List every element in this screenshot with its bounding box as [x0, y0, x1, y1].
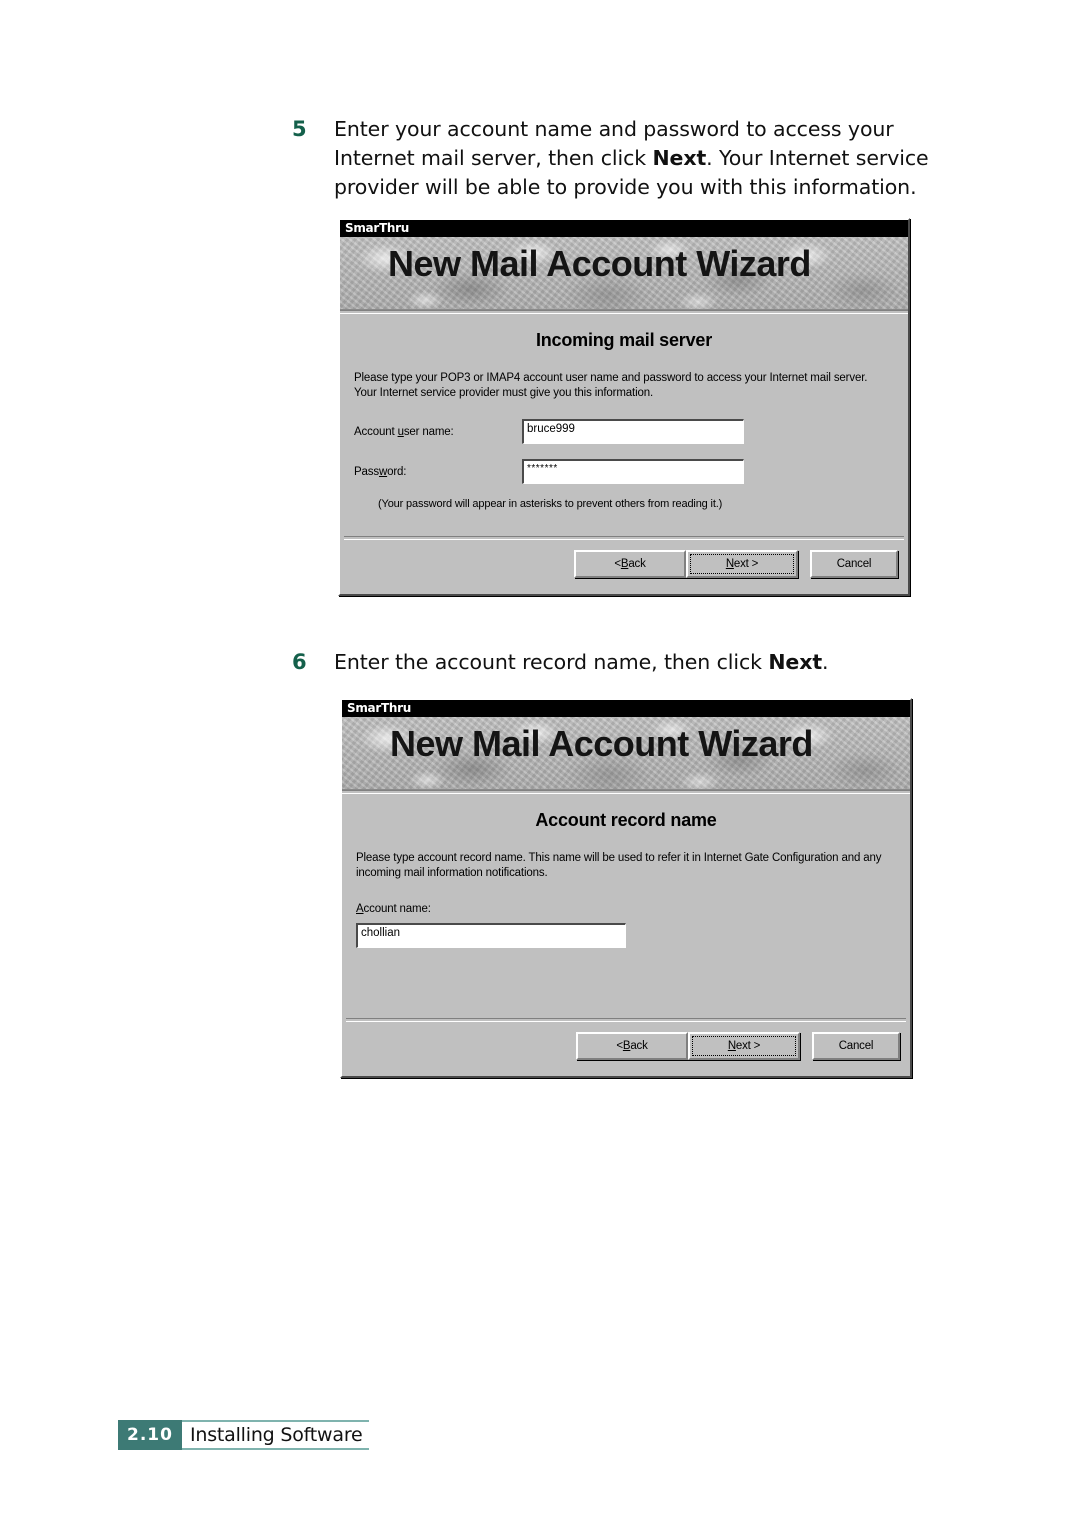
dialog1-button-strip: < Back Next > Cancel: [574, 550, 898, 578]
step-6-number: 6: [292, 650, 307, 674]
back-button-2[interactable]: < Back: [576, 1032, 688, 1060]
step-6-text-bold: Next: [768, 650, 823, 674]
password-label-post: ord:: [387, 465, 407, 478]
back-button-2-accel: B: [622, 1040, 631, 1052]
back-button[interactable]: < Back: [574, 550, 686, 578]
dialog1-banner-title: New Mail Account Wizard: [388, 243, 811, 284]
dialog2-button-strip: < Back Next > Cancel: [576, 1032, 900, 1060]
step-6-text: Enter the account record name, then clic…: [334, 648, 829, 677]
dialog1-description: Please type your POP3 or IMAP4 account u…: [354, 372, 868, 399]
next-button-accel: N: [725, 558, 734, 570]
dialog1-button-separator: [344, 536, 904, 540]
next-button-label: ext >: [733, 558, 759, 570]
dialog2-banner-title: New Mail Account Wizard: [390, 723, 813, 764]
back-button-label: ack: [628, 558, 646, 570]
dialog2-button-separator: [346, 1018, 906, 1022]
footer-section-label: Installing Software: [189, 1424, 363, 1446]
password-label-pre: Pass: [354, 465, 379, 478]
account-name-input[interactable]: chollian: [356, 923, 626, 948]
account-name-label-text: ccount name:: [363, 903, 431, 915]
step-5-text-bold: Next: [652, 146, 707, 170]
account-name-label: Account name:: [342, 903, 910, 915]
step-6-text-before: Enter the account record name, then clic…: [334, 650, 769, 674]
username-label-pre: Account: [354, 425, 398, 438]
dialog2-description: Please type account record name. This na…: [356, 852, 882, 879]
cancel-button-2[interactable]: Cancel: [812, 1032, 900, 1060]
next-button-2-accel: N: [727, 1040, 736, 1052]
back-button-accel: B: [620, 558, 629, 570]
account-name-label-accel: A: [356, 903, 364, 915]
dialog1-page-heading: Incoming mail server: [535, 330, 713, 350]
new-mail-account-wizard-dialog-account-record-name: SmarThru New Mail Account Wizard Account…: [340, 698, 912, 1078]
step-5: 5 Enter your account name and password t…: [292, 115, 952, 202]
new-mail-account-wizard-dialog-incoming-mail-server: SmarThru New Mail Account Wizard Incomin…: [338, 218, 910, 596]
password-masked-value: *******: [527, 463, 558, 474]
dialog2-banner: New Mail Account Wizard: [342, 717, 910, 790]
dialog1-title-text: SmarThru: [345, 221, 409, 235]
username-label: Account user name:: [354, 426, 522, 438]
username-input[interactable]: bruce999: [522, 419, 744, 444]
next-button[interactable]: Next >: [686, 550, 798, 578]
next-button-2-label: ext >: [735, 1040, 761, 1052]
dialog2-page-heading: Account record name: [535, 810, 717, 830]
step-5-text: Enter your account name and password to …: [334, 115, 952, 202]
dialog2-title-text: SmarThru: [347, 701, 411, 715]
next-button-2[interactable]: Next >: [688, 1032, 800, 1060]
back-button-2-label: ack: [630, 1040, 648, 1052]
page-number-badge: 2.10: [118, 1420, 182, 1450]
footer-section-wrap: Installing Software: [181, 1420, 369, 1450]
password-hint: (Your password will appear in asterisks …: [378, 498, 723, 510]
page-footer: 2.10 Installing Software: [118, 1420, 369, 1450]
step-6-text-after: .: [822, 650, 829, 674]
dialog1-banner: New Mail Account Wizard: [340, 237, 908, 310]
step-6: 6 Enter the account record name, then cl…: [292, 648, 952, 677]
username-field-row: Account user name: bruce999: [340, 419, 908, 444]
dialog2-body: Account record name Please type account …: [342, 794, 910, 948]
dialog2-titlebar: SmarThru: [342, 700, 910, 717]
step-5-number: 5: [292, 117, 307, 141]
dialog1-body: Incoming mail server Please type your PO…: [340, 314, 908, 510]
password-input[interactable]: *******: [522, 459, 744, 484]
password-field-row: Password: *******: [340, 459, 908, 484]
dialog1-titlebar: SmarThru: [340, 220, 908, 237]
cancel-button[interactable]: Cancel: [810, 550, 898, 578]
username-label-post: ser name:: [403, 425, 454, 438]
password-label-accel: w: [378, 465, 388, 478]
password-label: Password:: [354, 466, 522, 478]
